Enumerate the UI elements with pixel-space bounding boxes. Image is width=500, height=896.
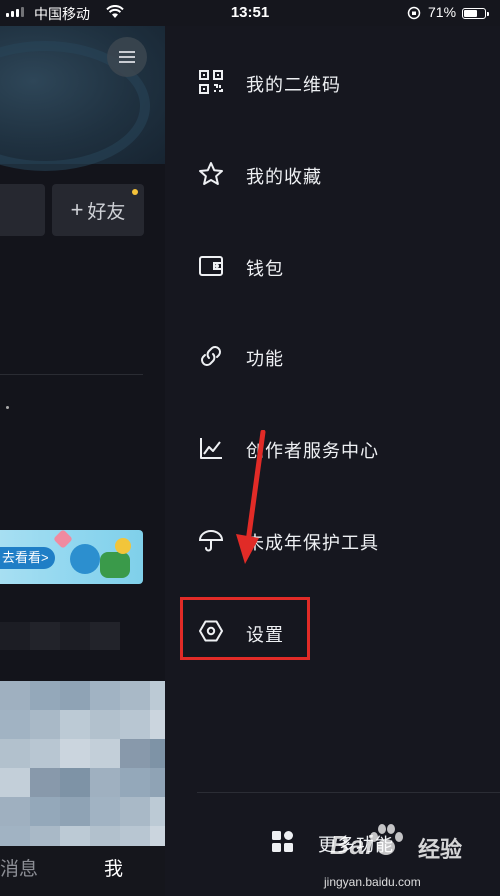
drawer-item-settings[interactable]: 设置 [165,586,500,678]
mosaic-tile [60,681,90,710]
hamburger-menu-icon[interactable] [107,37,147,77]
heart-decoration [53,530,73,549]
drawer-item-label: 设置 [246,625,284,645]
more-features-label: 更多功能 [318,835,394,855]
mosaic-tile [90,710,120,739]
mosaic-tile [150,710,165,739]
mosaic-tile [60,710,90,739]
drawer-item-label: 我的二维码 [246,75,341,95]
dot [6,406,9,409]
drawer-item-qrcode[interactable]: 我的二维码 [165,36,500,128]
mosaic-tile [150,681,165,710]
drawer-item-wallet[interactable]: 钱包 [165,220,500,312]
mosaic-tile [0,797,30,826]
mosaic-tile [30,739,60,768]
blurred-image [0,681,165,856]
battery-fill [464,10,477,17]
umbrella-icon [198,527,224,553]
promo-decoration [70,544,100,574]
profile-page-background[interactable]: + 好友 去看看> 消息 我 [0,26,165,896]
status-bar: 中国移动 13:51 71% [0,0,500,26]
mosaic-tile [90,681,120,710]
mosaic-tile [60,739,90,768]
drawer-item-label: 功能 [246,349,284,369]
drawer-item-label: 我的收藏 [246,167,322,187]
drawer-item-features[interactable]: 功能 [165,310,500,402]
battery-icon [462,8,489,19]
link-icon [198,343,224,369]
promo-button[interactable]: 去看看> [0,547,55,569]
mosaic-tile [150,768,165,797]
clock: 13:51 [230,4,270,21]
orientation-lock-icon [407,6,421,25]
drawer-item-label: 钱包 [246,259,284,279]
mosaic-tile [150,797,165,826]
mosaic-tile [120,768,150,797]
side-drawer: 我的二维码 我的收藏 钱包 功能 创作者服务中心 未成年保护工具 设置 更多功能 [165,26,500,896]
drawer-item-favorites[interactable]: 我的收藏 [165,128,500,220]
plus-icon: + [70,197,84,222]
nav-messages[interactable]: 消息 [0,854,38,881]
battery-percent: 71% [428,4,457,20]
wallet-icon [198,253,224,279]
mosaic-tile [0,739,30,768]
mosaic-tile [30,710,60,739]
blurred-content [0,622,120,650]
settings-hexagon-icon [198,618,224,644]
mosaic-tile [120,739,150,768]
mosaic-tile [30,768,60,797]
chart-icon [198,435,224,461]
drawer-item-label: 未成年保护工具 [246,533,379,553]
promo-banner[interactable]: 去看看> [0,530,143,584]
add-friend-label: 好友 [87,201,126,223]
drawer-item-minor-protection[interactable]: 未成年保护工具 [165,494,500,586]
divider [197,792,500,793]
mosaic-tile [120,710,150,739]
mosaic-tile [0,768,30,797]
promo-decoration [100,552,130,578]
bottom-nav: 消息 我 [0,846,165,896]
mosaic-tile [150,739,165,768]
drawer-item-creator-center[interactable]: 创作者服务中心 [165,402,500,494]
star-icon [198,161,224,187]
mosaic-tile [60,797,90,826]
mosaic-tile [120,797,150,826]
mosaic-tile [90,768,120,797]
divider [0,374,143,375]
qrcode-icon [198,69,224,95]
promo-decoration [115,538,131,554]
notification-dot [132,189,138,195]
mosaic-tile [0,710,30,739]
mosaic-tile [0,681,30,710]
mosaic-tile [30,797,60,826]
edit-profile-button[interactable] [0,184,45,236]
grid-icon [272,831,294,853]
drawer-item-label: 创作者服务中心 [246,441,379,461]
more-features-button[interactable]: 更多功能 [165,816,500,866]
mosaic-tile [90,739,120,768]
mosaic-tile [30,681,60,710]
mosaic-tile [120,681,150,710]
mosaic-tile [90,797,120,826]
nav-me[interactable]: 我 [104,854,123,881]
add-friend-button[interactable]: + 好友 [52,184,144,236]
mosaic-tile [60,768,90,797]
